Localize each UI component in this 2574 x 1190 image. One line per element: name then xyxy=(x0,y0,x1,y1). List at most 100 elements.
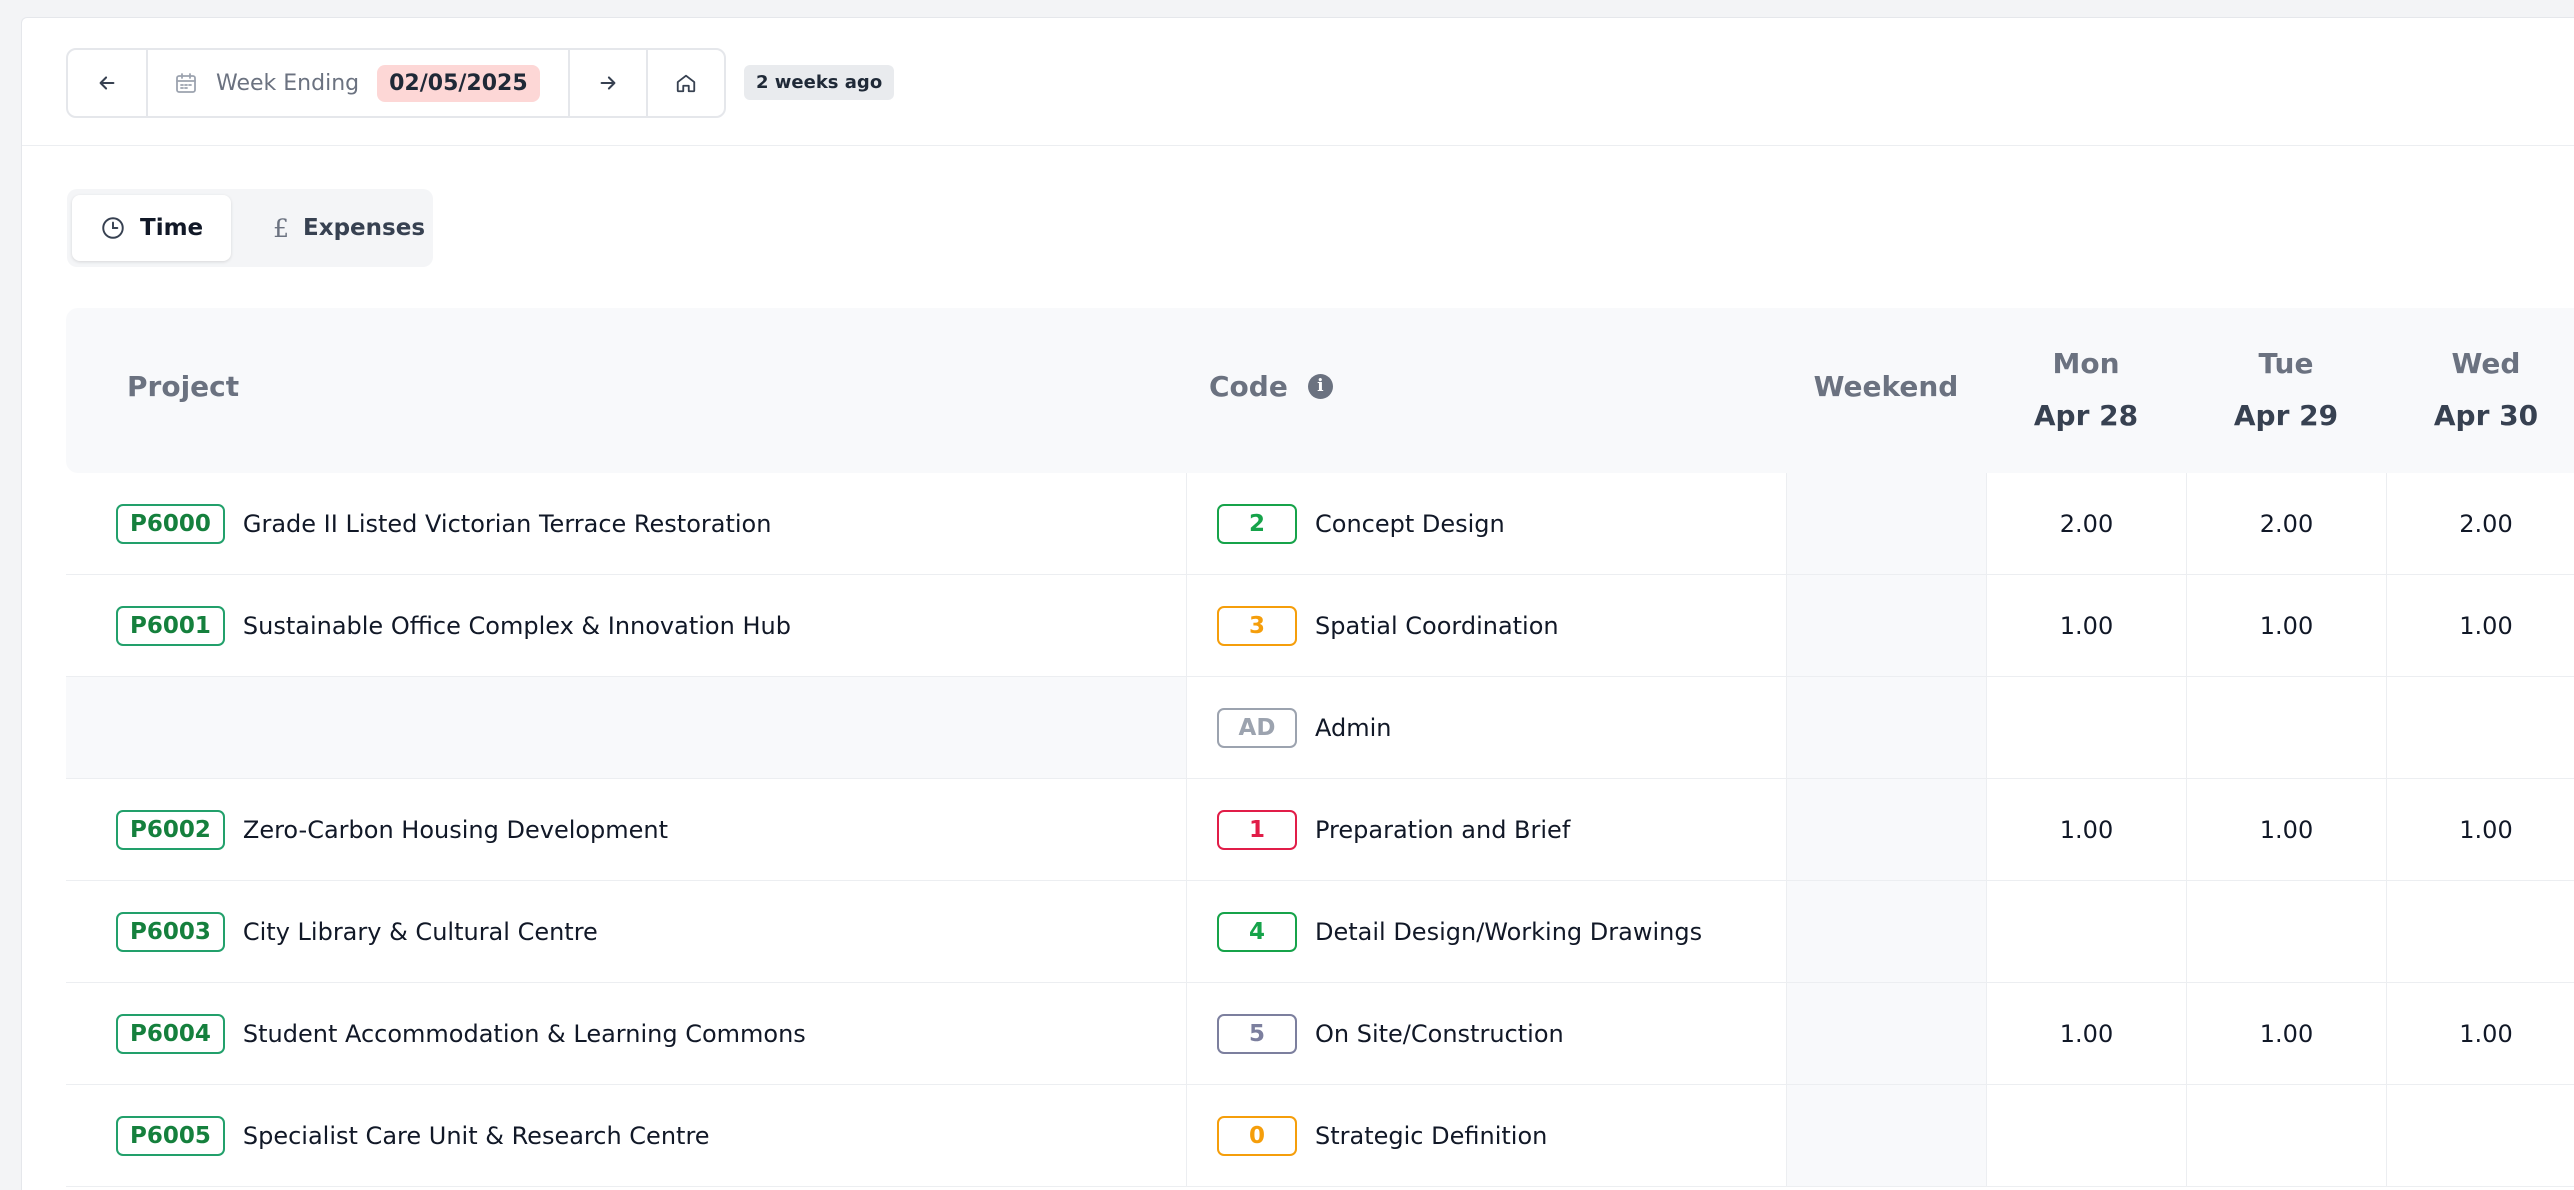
stage-code-badge: 5 xyxy=(1217,1013,1297,1054)
tab-expenses[interactable]: £ Expenses xyxy=(245,195,453,261)
table-header: Project Code i Weekend Mon Apr 28 Tue Apr… xyxy=(66,308,2574,473)
table-row: P6001 Sustainable Office Complex & Innov… xyxy=(66,575,2574,677)
code-cell[interactable]: 4 Detail Design/Working Drawings xyxy=(1186,881,1786,982)
table-row: P6004 Student Accommodation & Learning C… xyxy=(66,983,2574,1085)
tab-time[interactable]: Time xyxy=(72,195,232,261)
code-cell[interactable]: 5 On Site/Construction xyxy=(1186,983,1786,1084)
arrow-left-icon xyxy=(99,76,115,90)
weekend-hours-cell[interactable] xyxy=(1786,983,1986,1084)
day-column-header-tue: Tue Apr 29 xyxy=(2186,338,2386,442)
info-icon[interactable]: i xyxy=(1307,373,1333,399)
project-name: Specialist Care Unit & Research Centre xyxy=(242,1121,710,1150)
week-ending-date[interactable]: 02/05/2025 xyxy=(377,64,540,102)
day-name: Wed xyxy=(2451,347,2521,380)
table-row: AD Admin xyxy=(66,677,2574,779)
home-icon xyxy=(676,74,695,93)
weekend-hours-cell[interactable] xyxy=(1786,1085,1986,1186)
project-code-badge: P6003 xyxy=(116,911,225,952)
stage-name: Concept Design xyxy=(1315,509,1505,538)
hours-cell-tue[interactable] xyxy=(2186,1085,2386,1186)
table-row: P6003 City Library & Cultural Centre 4 D… xyxy=(66,881,2574,983)
calendar-icon xyxy=(176,73,196,93)
project-code-badge: P6000 xyxy=(116,503,225,544)
hours-cell-mon[interactable] xyxy=(1986,1085,2186,1186)
project-column-header: Project xyxy=(127,370,240,403)
stage-name: Spatial Coordination xyxy=(1315,611,1559,640)
stage-name: On Site/Construction xyxy=(1315,1019,1564,1048)
current-week-home-button[interactable] xyxy=(645,50,724,116)
project-cell[interactable]: P6003 City Library & Cultural Centre xyxy=(66,881,1186,982)
timesheet-table: Project Code i Weekend Mon Apr 28 Tue Apr… xyxy=(66,308,2574,1187)
stage-name: Admin xyxy=(1315,713,1392,742)
project-cell[interactable] xyxy=(66,677,1186,778)
weekend-hours-cell[interactable] xyxy=(1786,779,1986,880)
day-name: Tue xyxy=(2258,347,2314,380)
pound-icon: £ xyxy=(273,213,290,243)
relative-week-badge: 2 weeks ago xyxy=(744,65,895,100)
stage-code-badge: 1 xyxy=(1217,809,1297,850)
day-date: Apr 28 xyxy=(2033,399,2139,432)
tab-expenses-label: Expenses xyxy=(303,215,426,241)
hours-cell-wed[interactable]: 1.00 xyxy=(2386,779,2574,880)
stage-code-badge: 3 xyxy=(1217,605,1297,646)
hours-cell-tue[interactable]: 2.00 xyxy=(2186,473,2386,574)
weekend-hours-cell[interactable] xyxy=(1786,575,1986,676)
hours-cell-tue[interactable] xyxy=(2186,881,2386,982)
day-date: Apr 30 xyxy=(2433,399,2539,432)
weekend-hours-cell[interactable] xyxy=(1786,677,1986,778)
table-row: P6000 Grade II Listed Victorian Terrace … xyxy=(66,473,2574,575)
code-column-header: Code i xyxy=(1209,370,1333,403)
hours-cell-wed[interactable]: 1.00 xyxy=(2386,575,2574,676)
project-code-badge: P6002 xyxy=(116,809,225,850)
hours-cell-mon[interactable] xyxy=(1986,881,2186,982)
stage-name: Preparation and Brief xyxy=(1315,815,1571,844)
hours-cell-mon[interactable] xyxy=(1986,677,2186,778)
hours-cell-wed[interactable]: 1.00 xyxy=(2386,983,2574,1084)
day-column-header-wed: Wed Apr 30 xyxy=(2386,338,2574,442)
project-cell[interactable]: P6005 Specialist Care Unit & Research Ce… xyxy=(66,1085,1186,1186)
project-cell[interactable]: P6002 Zero-Carbon Housing Development xyxy=(66,779,1186,880)
hours-cell-mon[interactable]: 1.00 xyxy=(1986,575,2186,676)
project-cell[interactable]: P6004 Student Accommodation & Learning C… xyxy=(66,983,1186,1084)
code-cell[interactable]: AD Admin xyxy=(1186,677,1786,778)
hours-cell-wed[interactable] xyxy=(2386,881,2574,982)
hours-cell-wed[interactable] xyxy=(2386,677,2574,778)
code-column-label: Code xyxy=(1209,370,1288,403)
weekend-hours-cell[interactable] xyxy=(1786,473,1986,574)
week-picker[interactable]: Week Ending 02/05/2025 xyxy=(146,50,568,116)
next-week-button[interactable] xyxy=(567,50,646,116)
stage-name: Strategic Definition xyxy=(1315,1121,1548,1150)
arrow-right-icon xyxy=(600,76,616,90)
day-date: Apr 29 xyxy=(2233,399,2339,432)
day-column-header-mon: Mon Apr 28 xyxy=(1986,338,2186,442)
project-code-badge: P6001 xyxy=(116,605,225,646)
clock-icon xyxy=(102,217,124,239)
hours-cell-tue[interactable]: 1.00 xyxy=(2186,575,2386,676)
week-ending-label: Week Ending xyxy=(216,70,360,96)
stage-code-badge: 4 xyxy=(1217,911,1297,952)
code-cell[interactable]: 2 Concept Design xyxy=(1186,473,1786,574)
hours-cell-mon[interactable]: 2.00 xyxy=(1986,473,2186,574)
code-cell[interactable]: 1 Preparation and Brief xyxy=(1186,779,1786,880)
timesheet-page: Week Ending 02/05/2025 2 weeks ago Time … xyxy=(21,17,2574,1190)
project-cell[interactable]: P6001 Sustainable Office Complex & Innov… xyxy=(66,575,1186,676)
project-cell[interactable]: P6000 Grade II Listed Victorian Terrace … xyxy=(66,473,1186,574)
hours-cell-tue[interactable]: 1.00 xyxy=(2186,983,2386,1084)
code-cell[interactable]: 0 Strategic Definition xyxy=(1186,1085,1786,1186)
project-name: City Library & Cultural Centre xyxy=(242,917,598,946)
hours-cell-wed[interactable]: 2.00 xyxy=(2386,473,2574,574)
week-toolbar: Week Ending 02/05/2025 2 weeks ago xyxy=(22,18,2574,146)
hours-cell-mon[interactable]: 1.00 xyxy=(1986,779,2186,880)
hours-cell-tue[interactable] xyxy=(2186,677,2386,778)
hours-cell-tue[interactable]: 1.00 xyxy=(2186,779,2386,880)
weekend-hours-cell[interactable] xyxy=(1786,881,1986,982)
timesheet-tabs: Time £ Expenses xyxy=(67,189,433,267)
code-cell[interactable]: 3 Spatial Coordination xyxy=(1186,575,1786,676)
hours-cell-mon[interactable]: 1.00 xyxy=(1986,983,2186,1084)
project-name: Zero-Carbon Housing Development xyxy=(242,815,669,844)
project-code-badge: P6005 xyxy=(116,1115,225,1156)
previous-week-button[interactable] xyxy=(68,50,146,116)
tab-time-label: Time xyxy=(140,215,204,241)
project-name: Student Accommodation & Learning Commons xyxy=(242,1019,806,1048)
hours-cell-wed[interactable] xyxy=(2386,1085,2574,1186)
